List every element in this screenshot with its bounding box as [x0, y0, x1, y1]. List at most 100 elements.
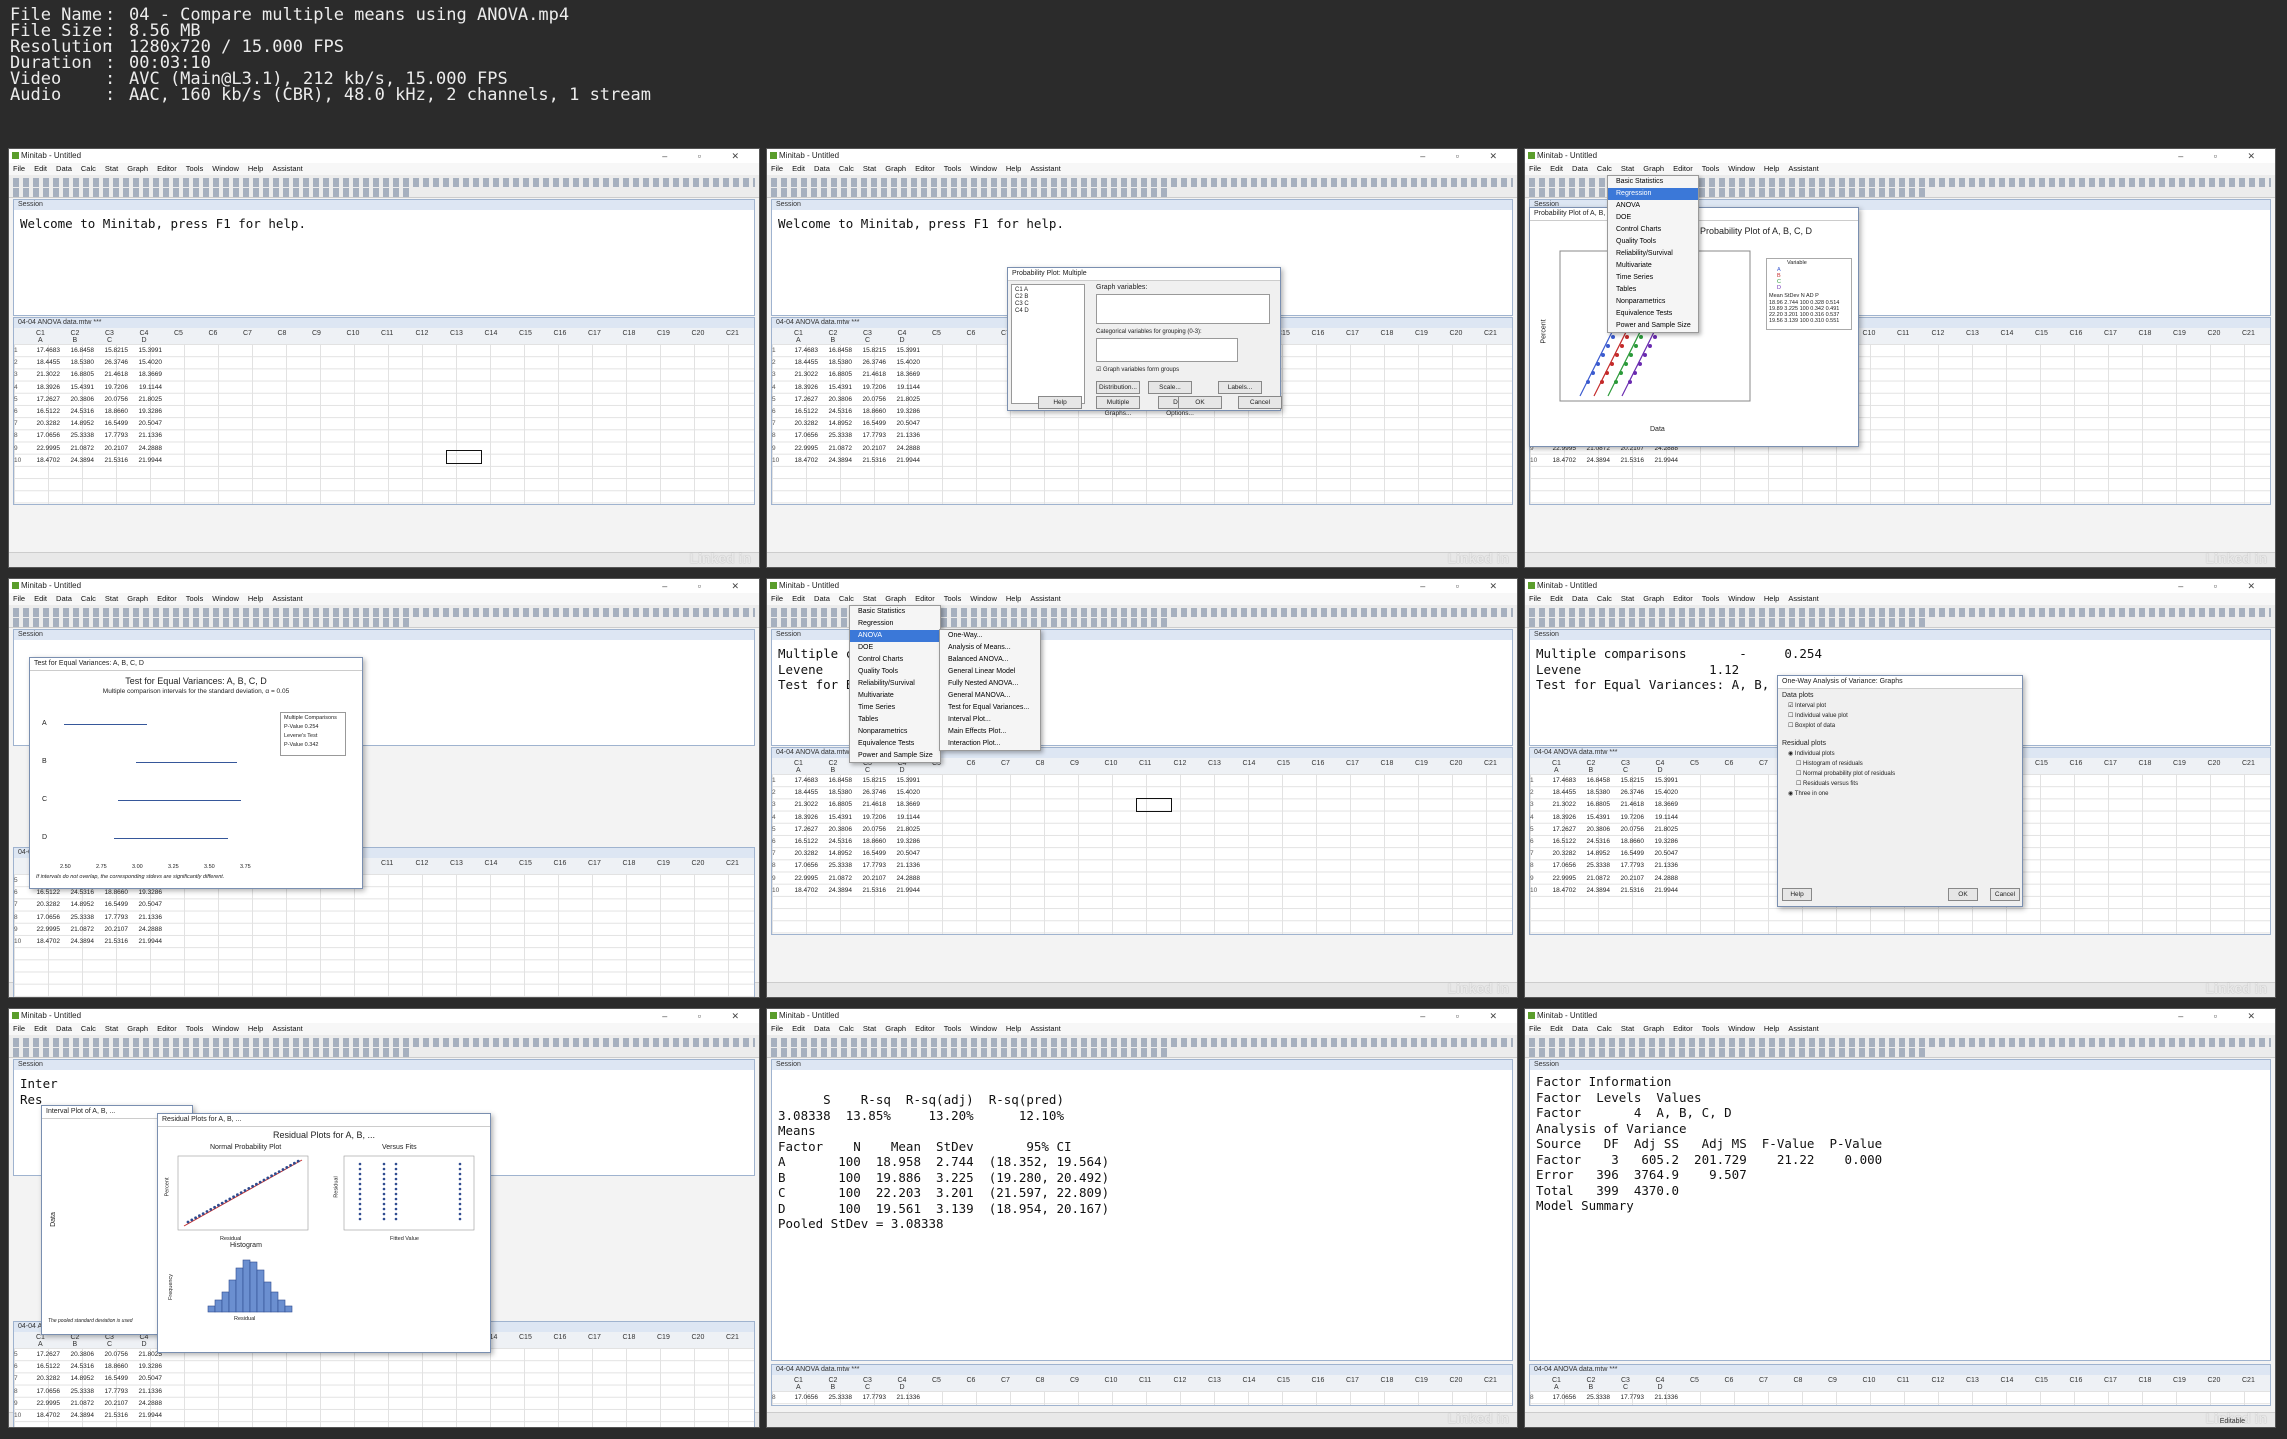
- row-number[interactable]: 5: [1530, 824, 1542, 836]
- column-header[interactable]: C10: [347, 330, 360, 337]
- menu-item-window[interactable]: Window: [970, 594, 997, 603]
- cell[interactable]: 20.3806: [818, 394, 853, 406]
- column-name[interactable]: D: [900, 337, 905, 344]
- menu-item-help[interactable]: Help: [1006, 164, 1021, 173]
- menu-item-edit[interactable]: Edit: [792, 164, 805, 173]
- cell[interactable]: 21.1336: [886, 1392, 921, 1404]
- cell[interactable]: 21.4618: [852, 369, 887, 381]
- column-name[interactable]: C: [865, 767, 870, 774]
- toolbar-icons-row-2[interactable]: [13, 188, 409, 197]
- anova-submenu-item[interactable]: Fully Nested ANOVA...: [940, 678, 1040, 690]
- row-number[interactable]: 10: [1530, 885, 1542, 897]
- toolbar-icons-row-2[interactable]: [1529, 188, 1925, 197]
- menu-item-help[interactable]: Help: [1764, 1024, 1779, 1033]
- stat-menu-item[interactable]: Equivalence Tests: [850, 738, 940, 750]
- cell[interactable]: 18.8660: [852, 836, 887, 848]
- row-number[interactable]: 6: [14, 887, 26, 899]
- column-header[interactable]: C18: [2139, 330, 2152, 337]
- cell[interactable]: 26.3746: [1610, 787, 1645, 799]
- categorical-vars-field[interactable]: [1096, 338, 1238, 362]
- row-number[interactable]: 8: [14, 430, 26, 442]
- cell[interactable]: 24.2888: [128, 1398, 163, 1410]
- menu-item-assistant[interactable]: Assistant: [1788, 164, 1818, 173]
- menu-item-assistant[interactable]: Assistant: [1788, 594, 1818, 603]
- column-name[interactable]: B: [831, 1384, 836, 1391]
- column-header[interactable]: C1: [36, 1334, 45, 1341]
- column-header[interactable]: C19: [1415, 760, 1428, 767]
- worksheet-row[interactable]: 922.999521.087220.210724.2888: [14, 924, 162, 936]
- column-header[interactable]: C12: [1174, 1377, 1187, 1384]
- column-header[interactable]: C16: [2070, 760, 2083, 767]
- stat-menu-item[interactable]: DOE: [850, 642, 940, 654]
- cell[interactable]: 22.9995: [26, 1398, 61, 1410]
- column-header[interactable]: C21: [726, 330, 739, 337]
- worksheet-row[interactable]: 922.999521.087220.210724.2888: [772, 1404, 920, 1405]
- cell[interactable]: 20.3282: [1542, 848, 1577, 860]
- dialog-button-ok[interactable]: OK: [1948, 888, 1978, 901]
- worksheet-row[interactable]: 117.468316.845815.821515.3991: [772, 775, 920, 787]
- cell[interactable]: 18.3926: [1542, 812, 1577, 824]
- worksheet-row[interactable]: 117.468316.845815.821515.3991: [772, 345, 920, 357]
- menu-item-help[interactable]: Help: [1006, 594, 1021, 603]
- column-header[interactable]: C8: [1036, 1377, 1045, 1384]
- row-number[interactable]: 1: [1530, 775, 1542, 787]
- column-header[interactable]: C4: [140, 330, 149, 337]
- column-name[interactable]: C: [107, 1341, 112, 1348]
- cell[interactable]: 21.9944: [1644, 885, 1679, 897]
- menu-item-stat[interactable]: Stat: [863, 164, 876, 173]
- menu-item-window[interactable]: Window: [1728, 1024, 1755, 1033]
- row-number[interactable]: 5: [14, 875, 26, 887]
- stat-menu-item[interactable]: Quality Tools: [850, 666, 940, 678]
- worksheet-row[interactable]: 922.999521.087220.210724.2888: [14, 443, 162, 455]
- worksheet-row[interactable]: 922.999521.087220.210724.2888: [1530, 873, 1678, 885]
- worksheet-row[interactable]: 720.328214.895216.549920.5047: [772, 848, 920, 860]
- stat-menu-item[interactable]: Reliability/Survival: [1608, 248, 1698, 260]
- column-header[interactable]: C20: [2208, 1377, 2221, 1384]
- cell[interactable]: 19.3286: [1644, 836, 1679, 848]
- column-name[interactable]: B: [73, 337, 78, 344]
- column-header[interactable]: C14: [2001, 1377, 2014, 1384]
- column-header[interactable]: C21: [2242, 1377, 2255, 1384]
- cell[interactable]: 16.5499: [94, 1373, 129, 1385]
- menu-item-editor[interactable]: Editor: [1673, 164, 1693, 173]
- cell[interactable]: 18.4455: [784, 787, 819, 799]
- menu-item-tools[interactable]: Tools: [1702, 164, 1720, 173]
- cell[interactable]: 17.7793: [852, 1392, 887, 1404]
- worksheet-row[interactable]: 10 18.4702 24.3894 21.5316 21.9944: [1530, 455, 1678, 467]
- cell[interactable]: 20.5047: [128, 418, 163, 430]
- cell[interactable]: 21.8025: [128, 394, 163, 406]
- cell[interactable]: 21.3022: [784, 369, 819, 381]
- cell[interactable]: 19.7206: [852, 382, 887, 394]
- cell[interactable]: 24.3894: [60, 455, 95, 467]
- column-header[interactable]: C8: [278, 330, 287, 337]
- column-header[interactable]: C9: [312, 330, 321, 337]
- worksheet-row[interactable]: 616.512224.531618.866019.3286: [1530, 836, 1678, 848]
- cell[interactable]: 16.5499: [852, 418, 887, 430]
- column-header[interactable]: C16: [554, 860, 567, 867]
- row-number[interactable]: 3: [1530, 799, 1542, 811]
- column-header[interactable]: C9: [1828, 1377, 1837, 1384]
- menu-item-calc[interactable]: Calc: [839, 594, 854, 603]
- stat-menu-item[interactable]: Power and Sample Size: [1608, 320, 1698, 332]
- cell[interactable]: 18.4702: [784, 885, 819, 897]
- window-controls[interactable]: – ▫ ✕: [662, 1009, 753, 1023]
- row-number[interactable]: 2: [1530, 787, 1542, 799]
- column-header[interactable]: C15: [2035, 330, 2048, 337]
- menu-item-data[interactable]: Data: [1572, 164, 1588, 173]
- cell[interactable]: 20.0756: [852, 824, 887, 836]
- cell[interactable]: 16.8805: [818, 369, 853, 381]
- cell[interactable]: 24.5316: [60, 1361, 95, 1373]
- column-header[interactable]: C17: [1346, 760, 1359, 767]
- row-number[interactable]: 9: [14, 1398, 26, 1410]
- cell[interactable]: 25.3338: [60, 1386, 95, 1398]
- cell[interactable]: 21.9944: [128, 1410, 163, 1422]
- worksheet-row[interactable]: 117.468316.845815.821515.3991: [14, 345, 162, 357]
- column-header[interactable]: C2: [1587, 1377, 1596, 1384]
- cell[interactable]: 20.5047: [128, 899, 163, 911]
- worksheet-row[interactable]: 517.262720.380620.075621.8025: [1530, 824, 1678, 836]
- selected-cell[interactable]: [1136, 798, 1172, 812]
- column-header[interactable]: C19: [2173, 760, 2186, 767]
- column-name[interactable]: D: [1658, 1384, 1663, 1391]
- row-number[interactable]: 6: [14, 1361, 26, 1373]
- column-header[interactable]: C2: [71, 1334, 80, 1341]
